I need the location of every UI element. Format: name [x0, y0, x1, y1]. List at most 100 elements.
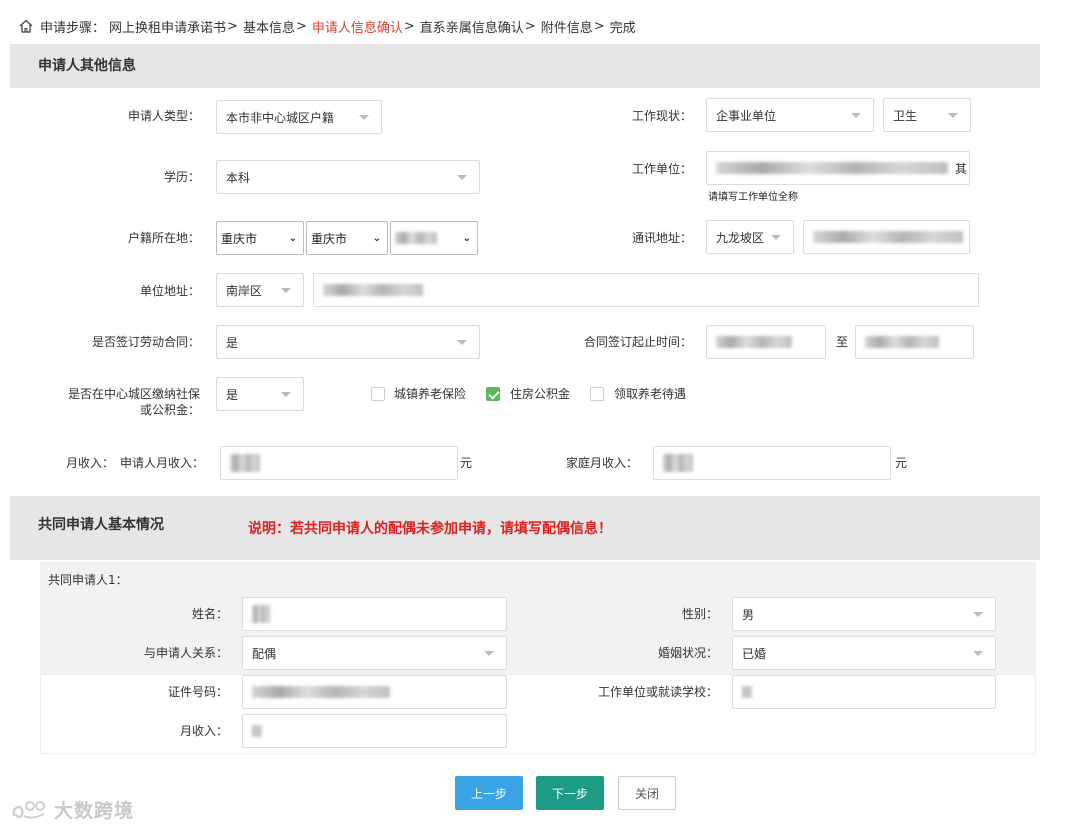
- next-step-button[interactable]: 下一步: [536, 776, 604, 810]
- social-security-value: 是: [226, 387, 239, 402]
- contact-district-select[interactable]: 九龙坡区: [706, 220, 794, 254]
- co-relation-select[interactable]: 配偶: [242, 636, 507, 670]
- co-applicant-note: 说明：若共同申请人的配偶未参加申请，请填写配偶信息！: [248, 521, 612, 537]
- co-gender-select[interactable]: 男: [732, 597, 996, 631]
- co-gender-value: 男: [742, 607, 755, 622]
- chevron-down-icon: ⌄: [372, 233, 381, 244]
- breadcrumb-step-4[interactable]: 直系亲属信息确认: [420, 17, 524, 36]
- household-city-select[interactable]: 重庆市 ⌄: [306, 221, 388, 255]
- checkbox-pension-benefit-label: 领取养老待遇: [614, 387, 687, 401]
- chevron-down-icon: ⌄: [462, 233, 471, 244]
- watermark-logo-icon: [12, 800, 45, 819]
- contract-period-label: 合同签订起止时间：: [583, 335, 692, 349]
- redacted-text: [813, 231, 963, 243]
- work-status-select[interactable]: 企事业单位: [706, 98, 874, 132]
- close-button[interactable]: 关闭: [618, 776, 676, 810]
- applicant-income-unit: 元: [460, 456, 473, 470]
- chevron-down-icon: [457, 340, 467, 345]
- social-security-select[interactable]: 是: [216, 377, 304, 411]
- checkbox-housing-fund[interactable]: [486, 387, 500, 401]
- family-income-input[interactable]: [653, 446, 891, 480]
- redacted-text: [252, 686, 390, 698]
- home-icon[interactable]: [18, 18, 34, 34]
- applicant-income-input[interactable]: [220, 446, 458, 480]
- checkbox-pension-insurance-label: 城镇养老保险: [394, 387, 467, 401]
- labor-contract-select[interactable]: 是: [216, 325, 480, 359]
- social-security-label-line2: 或公积金：: [139, 403, 200, 417]
- unit-district-value: 南岸区: [226, 283, 263, 298]
- breadcrumb-sep: >: [227, 18, 238, 34]
- applicant-type-select[interactable]: 本市非中心城区户籍: [216, 100, 382, 134]
- redacted-text: [323, 284, 423, 296]
- work-status-value: 企事业单位: [716, 108, 777, 123]
- co-id-label: 证件号码：: [167, 685, 228, 699]
- redacted-text: [395, 232, 437, 244]
- education-value: 本科: [226, 170, 251, 185]
- family-income-label: 家庭月收入：: [566, 456, 639, 470]
- chevron-down-icon: [771, 235, 781, 240]
- redacted-text: [716, 336, 792, 348]
- checkbox-housing-fund-label: 住房公积金: [510, 387, 571, 401]
- checkbox-pension-insurance[interactable]: [371, 387, 385, 401]
- chevron-down-icon: ⌄: [288, 233, 297, 244]
- breadcrumb-step-2[interactable]: 基本信息: [243, 17, 295, 36]
- co-relation-label: 与申请人关系：: [143, 646, 228, 660]
- breadcrumb-step-6[interactable]: 完成: [610, 17, 636, 36]
- work-unit-tail: 其: [954, 161, 967, 176]
- section-title-co-applicant: 共同申请人基本情况: [38, 517, 164, 533]
- chevron-down-icon: [281, 392, 291, 397]
- work-unit-input[interactable]: 其: [706, 151, 970, 185]
- breadcrumb-sep: >: [524, 18, 536, 34]
- contract-start-input[interactable]: [706, 325, 826, 359]
- education-select[interactable]: 本科: [216, 160, 480, 194]
- checkbox-pension-benefit[interactable]: [590, 387, 604, 401]
- section-title-applicant-other: 申请人其他信息: [10, 44, 1040, 88]
- chevron-down-icon: [851, 113, 861, 118]
- labor-contract-value: 是: [226, 335, 239, 350]
- chevron-down-icon: [484, 651, 494, 656]
- co-marital-label: 婚姻状况：: [657, 646, 718, 660]
- breadcrumb-step-5[interactable]: 附件信息: [541, 17, 593, 36]
- redacted-text: [663, 454, 693, 472]
- contact-address-input[interactable]: [803, 220, 970, 254]
- co-work-input[interactable]: [732, 675, 996, 709]
- watermark: 大数跨境: [10, 796, 134, 823]
- breadcrumb-sep: >: [593, 18, 605, 34]
- co-name-input[interactable]: [242, 597, 507, 631]
- redacted-text: [252, 725, 262, 737]
- work-unit-label: 工作单位：: [631, 162, 692, 176]
- household-province-select[interactable]: 重庆市 ⌄: [216, 221, 304, 255]
- breadcrumb-step-1[interactable]: 网上换租申请承诺书: [109, 17, 226, 36]
- work-industry-select[interactable]: 卫生: [883, 98, 971, 132]
- redacted-text: [865, 336, 939, 348]
- applicant-income-label: 申请人月收入：: [120, 456, 205, 470]
- redacted-text: [716, 162, 948, 174]
- co-name-label: 姓名：: [191, 607, 228, 621]
- redacted-text: [742, 686, 752, 698]
- co-work-label: 工作单位或就读学校：: [597, 685, 718, 699]
- co-income-input[interactable]: [242, 714, 507, 748]
- unit-address-input[interactable]: [313, 273, 979, 307]
- household-city-value: 重庆市: [311, 231, 348, 246]
- work-status-label: 工作现状：: [631, 109, 692, 123]
- work-unit-hint: 请填写工作单位全称: [708, 192, 798, 203]
- applicant-type-value: 本市非中心城区户籍: [226, 110, 335, 125]
- social-security-label: 是否在中心城区缴纳社保 或公积金：: [50, 386, 200, 418]
- contract-end-input[interactable]: [855, 325, 974, 359]
- chevron-down-icon: [973, 651, 983, 656]
- breadcrumb: 申请步骤： 网上换租申请承诺书 > 基本信息 > 申请人信息确认 > 直系亲属信…: [18, 14, 636, 38]
- social-security-label-line1: 是否在中心城区缴纳社保: [67, 387, 200, 401]
- contract-period-to: 至: [835, 335, 848, 349]
- breadcrumb-prefix: 申请步骤：: [40, 20, 106, 36]
- contact-district-value: 九龙坡区: [716, 230, 765, 245]
- co-income-label: 月收入：: [179, 724, 228, 738]
- household-district-select[interactable]: ⌄: [390, 221, 478, 255]
- redacted-text: [252, 605, 270, 623]
- co-marital-select[interactable]: 已婚: [732, 636, 996, 670]
- watermark-text: 大数跨境: [54, 800, 135, 822]
- prev-step-button[interactable]: 上一步: [455, 776, 523, 810]
- breadcrumb-step-3[interactable]: 申请人信息确认: [312, 17, 403, 36]
- co-id-input[interactable]: [242, 675, 507, 709]
- labor-contract-label: 是否签订劳动合同：: [91, 335, 200, 349]
- unit-district-select[interactable]: 南岸区: [216, 273, 304, 307]
